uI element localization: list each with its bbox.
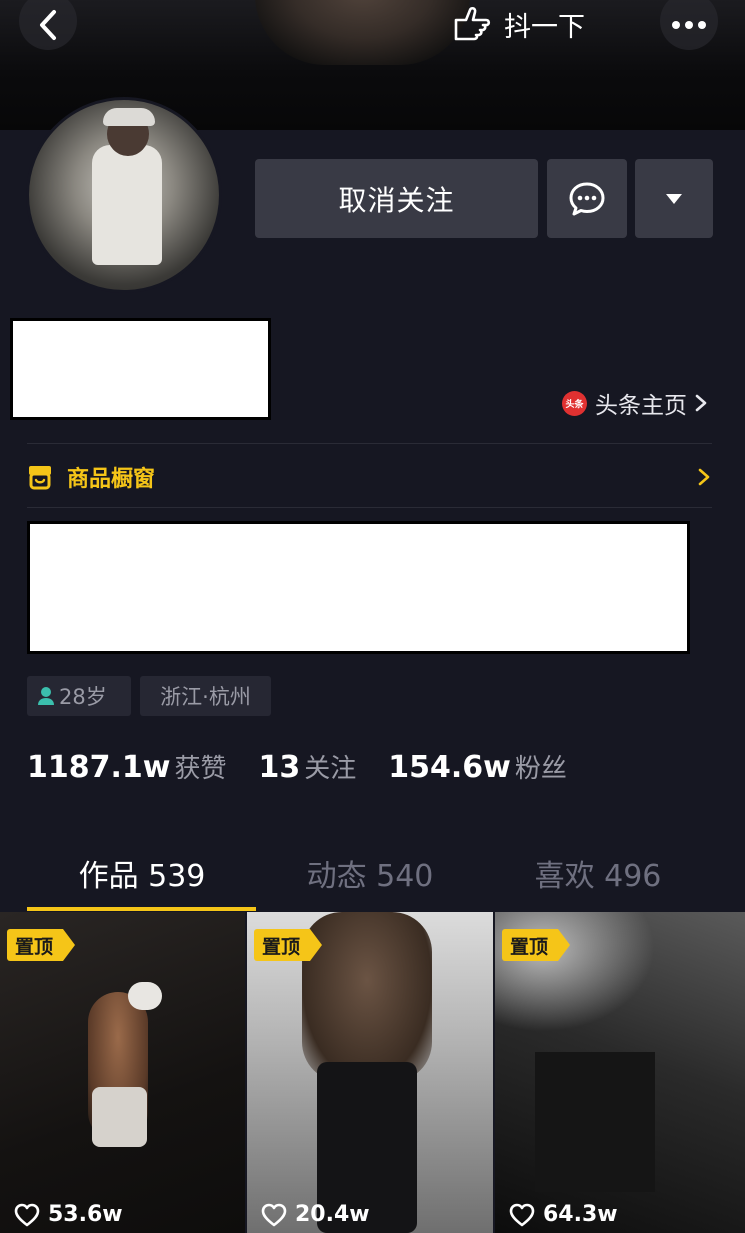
- divider: [27, 443, 712, 444]
- like-count-value: 20.4w: [295, 1202, 370, 1227]
- heart-icon: [14, 1203, 40, 1226]
- pinned-badge: 置顶: [7, 929, 76, 961]
- location-label: 浙江·杭州: [160, 685, 251, 709]
- toutiao-homepage-link[interactable]: 头条 头条主页: [562, 386, 707, 420]
- dropdown-button[interactable]: [635, 159, 713, 238]
- video-thumbnail[interactable]: 置顶 53.6w: [0, 912, 245, 1233]
- redacted-bio: [27, 521, 690, 654]
- redacted-nickname: [10, 318, 271, 420]
- profile-stats: 1187.1w 获赞 13 关注 154.6w 粉丝: [27, 748, 599, 792]
- location-tag: 浙江·杭州: [140, 676, 271, 716]
- stat-likes[interactable]: 1187.1w 获赞: [27, 748, 227, 785]
- stat-number: 13: [258, 750, 301, 785]
- active-tab-indicator: [27, 907, 256, 911]
- shop-icon: [29, 466, 51, 490]
- like-count-value: 53.6w: [48, 1202, 123, 1227]
- tab-activity[interactable]: 动态 540: [255, 851, 485, 895]
- stat-label: 获赞: [174, 754, 227, 784]
- tab-likes[interactable]: 喜欢 496: [483, 851, 713, 895]
- like-count: 64.3w: [509, 1202, 618, 1227]
- like-count: 20.4w: [261, 1202, 370, 1227]
- age-tag: 28岁: [27, 676, 131, 716]
- like-count: 53.6w: [14, 1202, 123, 1227]
- profile-tabs: 作品 539 动态 540 喜欢 496: [0, 845, 745, 915]
- more-dots-icon: [672, 21, 706, 29]
- message-button[interactable]: [547, 159, 627, 238]
- avatar-cap: [103, 108, 155, 126]
- video-thumbnail[interactable]: 置顶 20.4w: [247, 912, 493, 1233]
- unfollow-label: 取消关注: [338, 183, 455, 217]
- more-button[interactable]: [659, 0, 719, 50]
- toutiao-label: 头条主页: [595, 393, 687, 419]
- person-icon: [38, 687, 54, 705]
- back-button[interactable]: [18, 0, 78, 50]
- stat-number: 154.6w: [388, 750, 511, 785]
- video-grid: 置顶 53.6w 置顶 20.4w 置顶 64.3w: [0, 912, 745, 1233]
- chat-bubble-icon: [569, 182, 605, 215]
- stat-label: 关注: [304, 754, 357, 784]
- thumbnail-figure: [92, 1087, 147, 1147]
- tab-works[interactable]: 作品 539: [27, 851, 257, 895]
- divider: [27, 507, 712, 508]
- shop-window-row[interactable]: 商品橱窗: [27, 460, 712, 494]
- unfollow-button[interactable]: 取消关注: [255, 159, 538, 238]
- pinned-badge: 置顶: [254, 929, 323, 961]
- chevron-left-icon: [40, 10, 56, 40]
- heart-icon: [261, 1203, 287, 1226]
- stat-following[interactable]: 13 关注: [259, 748, 357, 785]
- hand-pointer-icon: [454, 6, 491, 41]
- avatar[interactable]: [26, 97, 222, 293]
- chevron-right-icon: [698, 468, 710, 486]
- thumbnail-figure: [128, 982, 162, 1010]
- avatar-figure: [92, 145, 162, 265]
- video-thumbnail[interactable]: 置顶 64.3w: [495, 912, 745, 1233]
- chevron-right-icon: [695, 394, 707, 412]
- heart-icon: [509, 1203, 535, 1226]
- age-label: 28岁: [59, 685, 107, 709]
- shake-button[interactable]: 抖一下: [452, 4, 585, 44]
- shake-label: 抖一下: [504, 11, 585, 43]
- like-count-value: 64.3w: [543, 1202, 618, 1227]
- cover-image: [255, 0, 470, 65]
- pinned-badge: 置顶: [502, 929, 571, 961]
- shop-window-label: 商品橱窗: [67, 467, 156, 492]
- caret-down-icon: [666, 193, 682, 204]
- stat-followers[interactable]: 154.6w 粉丝: [388, 748, 567, 785]
- toutiao-icon: 头条: [562, 390, 587, 416]
- stat-label: 粉丝: [514, 754, 567, 784]
- thumbnail-figure: [535, 1052, 655, 1192]
- stat-number: 1187.1w: [27, 750, 171, 785]
